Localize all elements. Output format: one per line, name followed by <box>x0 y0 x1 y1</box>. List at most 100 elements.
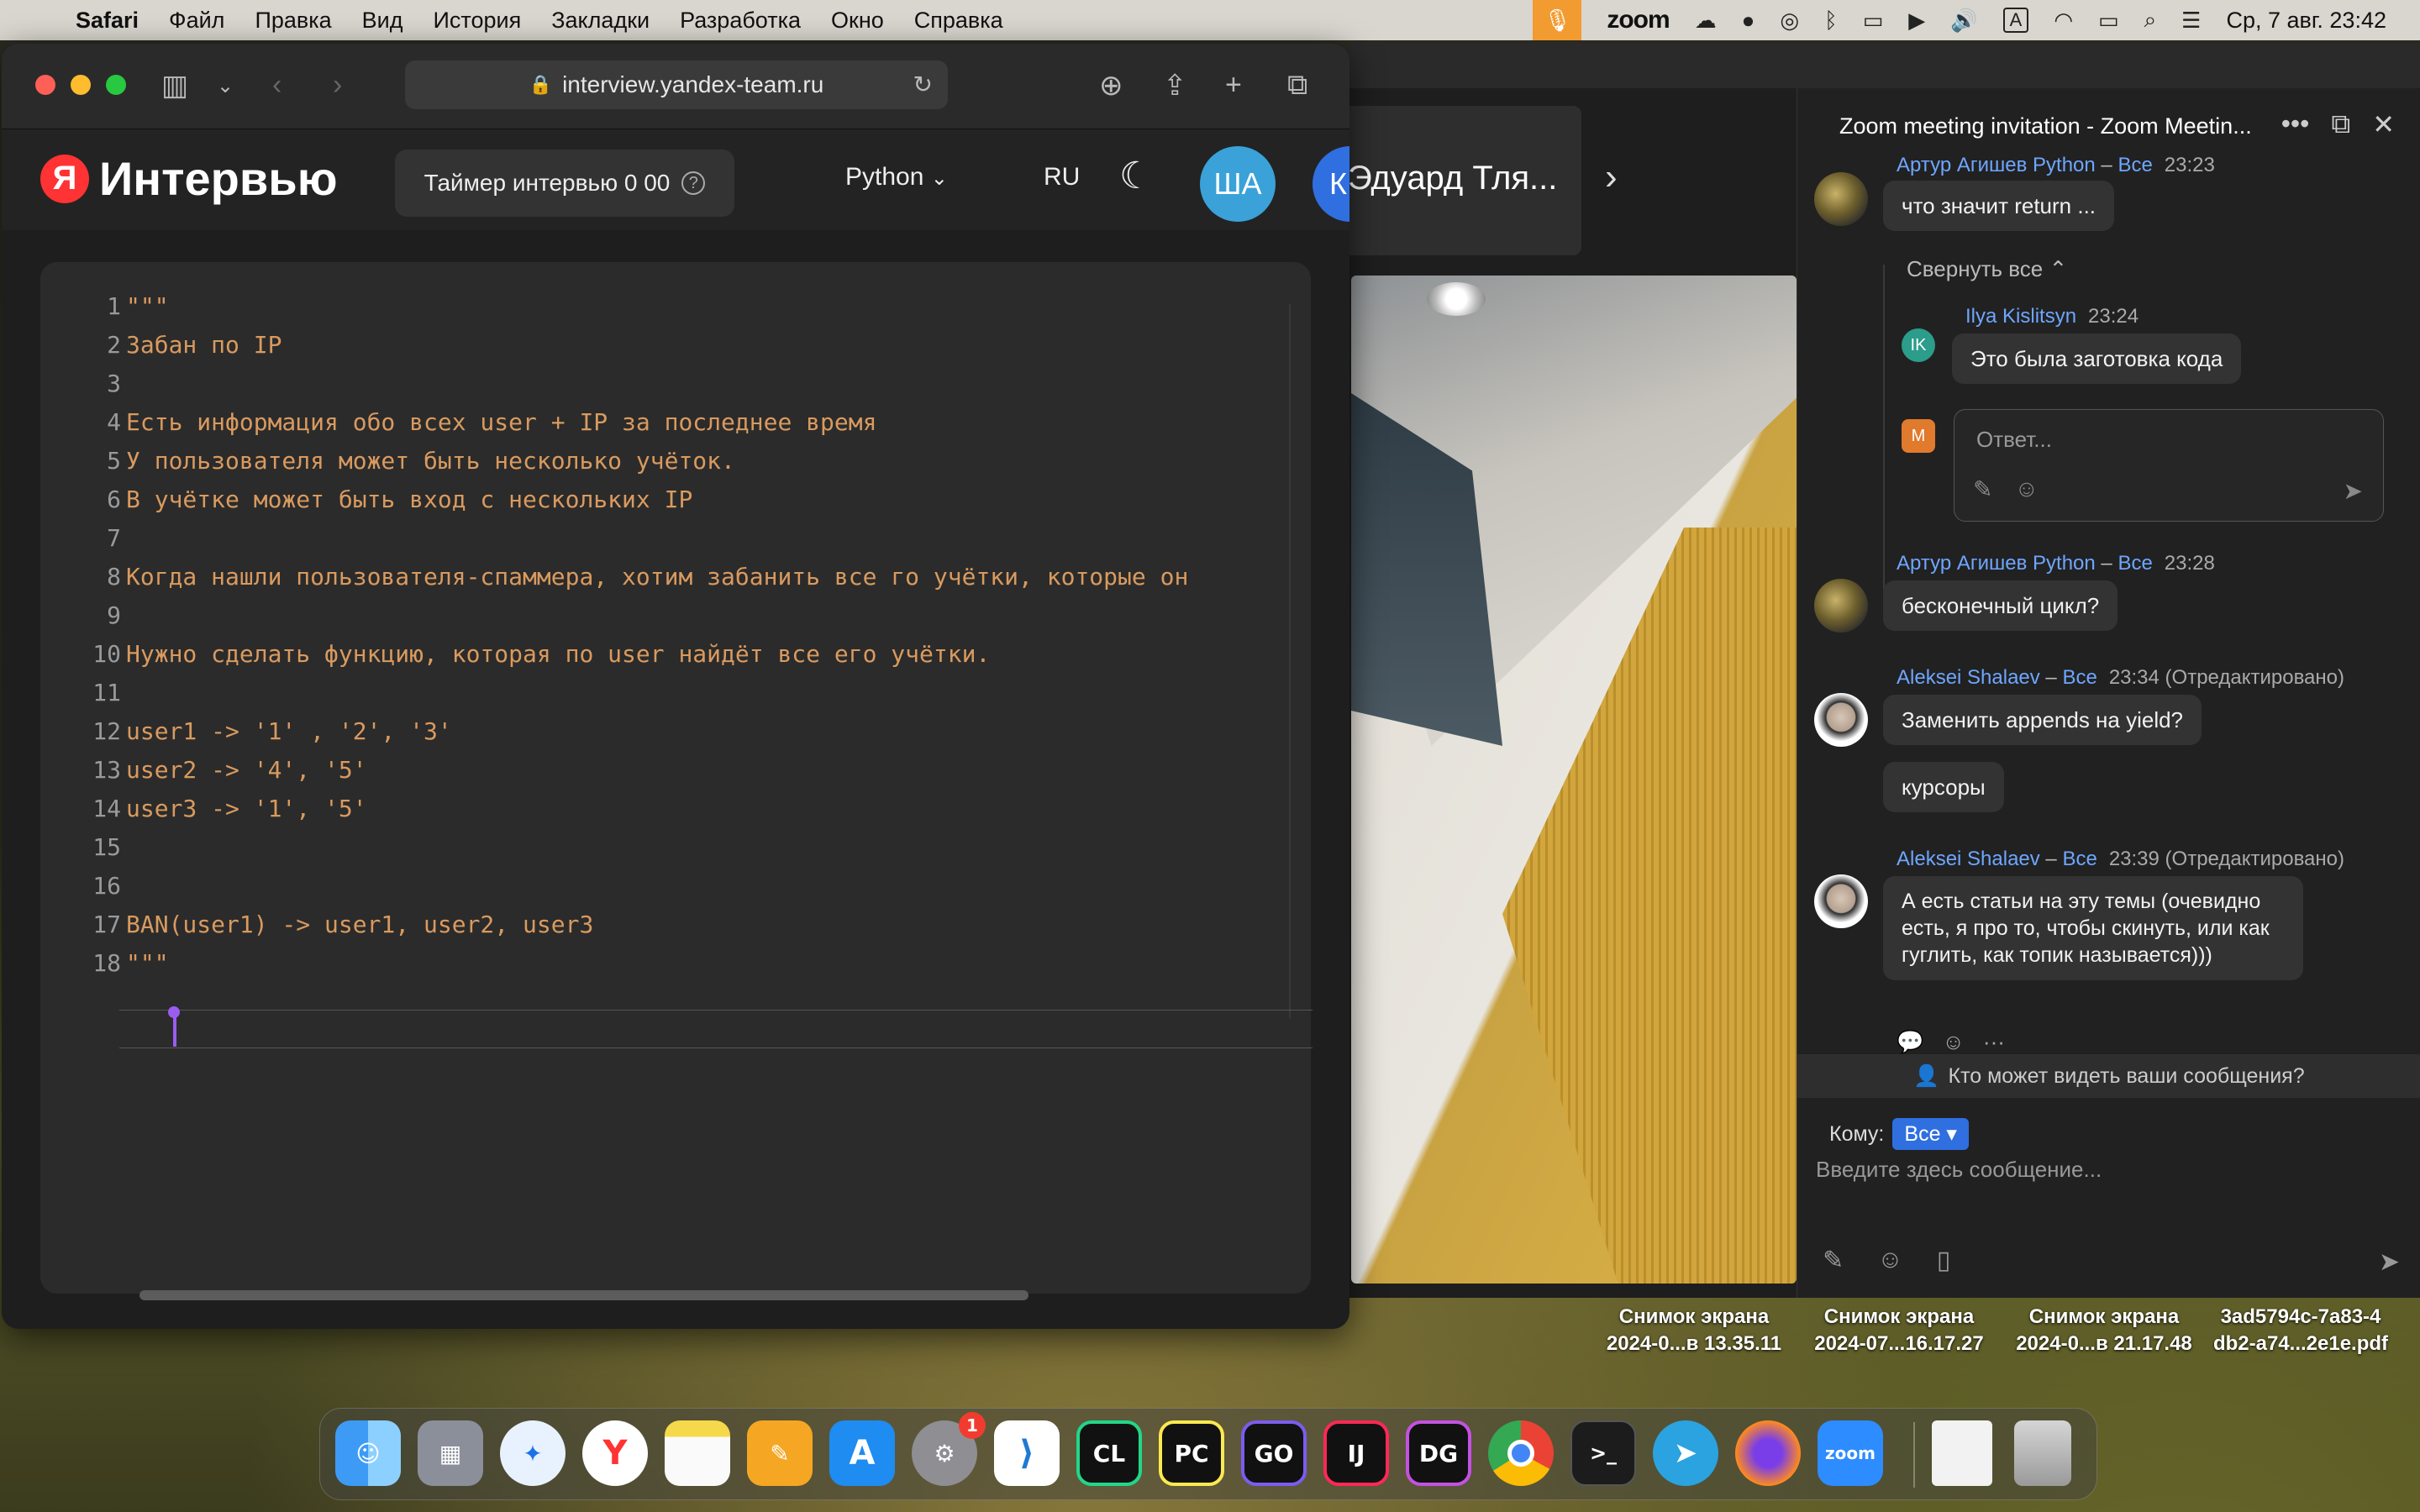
menu-develop[interactable]: Разработка <box>665 8 816 34</box>
chrome-icon[interactable] <box>1488 1420 1554 1486</box>
forward-icon[interactable]: › <box>333 69 342 102</box>
reload-icon[interactable]: ↻ <box>913 71 933 98</box>
telegram-icon[interactable]: ➤ <box>1653 1420 1718 1486</box>
add-reaction-icon[interactable]: ☺ <box>1942 1029 1965 1055</box>
back-icon[interactable]: ‹ <box>272 69 281 102</box>
code-line[interactable]: 2 Забан по IP <box>74 326 281 365</box>
datagrip-icon[interactable]: DG <box>1406 1420 1471 1486</box>
code-line[interactable]: 7 <box>74 519 126 558</box>
desktop-file[interactable]: Снимок экрана 2024-0...в 21.17.48 <box>2005 1304 2203 1357</box>
minimize-window-button[interactable] <box>71 75 91 95</box>
yandex-browser-icon[interactable]: Y <box>582 1420 648 1486</box>
code-line[interactable]: 4 Есть информация обо всех user + IP за п… <box>74 403 876 442</box>
message-sender[interactable]: Артур Агишев Python – Все 23:23 <box>1897 154 2215 177</box>
code-line[interactable]: 10 Нужно сделать функцию, которая по user… <box>74 635 990 674</box>
wifi-icon[interactable]: ◠ <box>2054 8 2073 34</box>
message-bubble[interactable]: А есть статьи на эту темы (очевидно есть… <box>1883 876 2303 980</box>
code-line[interactable]: 17 BAN(user1) -> user1, user2, user3 <box>74 906 593 944</box>
emoji-icon[interactable]: ☺ <box>1877 1246 1903 1275</box>
clion-icon[interactable]: CL <box>1076 1420 1142 1486</box>
send-icon[interactable]: ➤ <box>2344 477 2363 505</box>
help-icon[interactable]: ? <box>681 171 706 195</box>
app-store-icon[interactable]: A <box>829 1420 895 1486</box>
weather-icon[interactable]: ☁ <box>1695 8 1717 34</box>
chevron-down-icon[interactable]: ⌄ <box>217 74 234 98</box>
emoji-icon[interactable]: ☺ <box>2014 475 2039 503</box>
message-bubble[interactable]: что значит return ... <box>1883 181 2115 231</box>
new-tab-icon[interactable]: + <box>1225 69 1242 102</box>
menu-app-name[interactable]: Safari <box>60 8 154 34</box>
share-icon[interactable]: ⇪ <box>1163 69 1187 102</box>
who-can-see-button[interactable]: 👤 Кто может видеть ваши сообщения? <box>1797 1054 2420 1098</box>
play-icon[interactable]: ▶ <box>1908 8 1925 34</box>
code-line[interactable]: 16 <box>74 867 126 906</box>
code-line[interactable]: 11 <box>74 674 126 712</box>
avatar[interactable]: ША <box>1200 146 1276 222</box>
pop-out-icon[interactable]: ⧉ <box>2331 108 2350 140</box>
status-dot-icon[interactable]: ● <box>1742 8 1755 34</box>
terminal-icon[interactable]: >_ <box>1570 1420 1636 1486</box>
menu-view[interactable]: Вид <box>347 8 418 34</box>
code-line[interactable]: 13 user2 -> '4', '5' <box>74 751 366 790</box>
tab-overview-icon[interactable]: ⧉ <box>1287 69 1307 102</box>
code-line[interactable]: 3 <box>74 365 126 403</box>
zoom-menu-label[interactable]: zoom <box>1607 6 1670 34</box>
code-line[interactable]: 9 <box>74 596 126 635</box>
code-line[interactable]: 15 <box>74 828 126 867</box>
chat-message-input[interactable]: Введите здесь сообщение... <box>1816 1157 2102 1183</box>
code-line[interactable]: 1 """ <box>74 287 168 326</box>
close-window-button[interactable] <box>35 75 55 95</box>
close-icon[interactable]: ✕ <box>2372 108 2395 140</box>
message-bubble[interactable]: бесконечный цикл? <box>1883 580 2118 631</box>
message-sender[interactable]: Aleksei Shalaev – Все 23:39 (Отредактиров… <box>1897 848 2344 871</box>
vscode-icon[interactable]: ⟩ <box>994 1420 1060 1486</box>
goland-icon[interactable]: GO <box>1241 1420 1307 1486</box>
code-line[interactable]: 8 Когда нашли пользователя-спаммера, хоти… <box>74 558 1188 596</box>
battery-icon[interactable]: ▭ <box>2098 8 2119 34</box>
volume-icon[interactable]: 🔊 <box>1950 8 1977 34</box>
zoom-app-icon[interactable]: zoom <box>1818 1420 1883 1486</box>
zoom-window-button[interactable] <box>106 75 126 95</box>
control-center-icon[interactable]: ☰ <box>2181 8 2201 34</box>
firefox-icon[interactable] <box>1735 1420 1801 1486</box>
format-icon[interactable]: ✎ <box>1973 475 1992 503</box>
downloads-icon[interactable]: ⊕ <box>1099 69 1123 102</box>
send-icon[interactable]: ➤ <box>2379 1247 2400 1277</box>
safari-icon[interactable]: ✦ <box>500 1420 566 1486</box>
menubar-clock[interactable]: Ср, 7 авг. 23:42 <box>2226 8 2386 34</box>
pages-icon[interactable]: ✎ <box>747 1420 813 1486</box>
launchpad-icon[interactable]: ▦ <box>418 1420 483 1486</box>
code-editor[interactable]: 1 """ 2 Забан по IP 3 4 Есть информация обо вс… <box>40 262 1313 1300</box>
microphone-icon[interactable]: 🎙 <box>1533 0 1582 40</box>
pycharm-icon[interactable]: PC <box>1159 1420 1224 1486</box>
collapse-all-button[interactable]: Свернуть все ⌃ <box>1907 256 2067 282</box>
message-bubble[interactable]: Это была заготовка кода <box>1952 333 2242 384</box>
format-icon[interactable]: ✎ <box>1823 1246 1844 1275</box>
trash-icon[interactable] <box>2014 1420 2071 1486</box>
menu-help[interactable]: Справка <box>899 8 1018 34</box>
notes-icon[interactable] <box>665 1420 730 1486</box>
logo[interactable]: Я Интервью <box>40 151 338 206</box>
desktop-file[interactable]: Снимок экрана 2024-07...16.17.27 <box>1800 1304 1998 1357</box>
code-line[interactable]: 5У пользователя может быть несколько учё… <box>74 442 735 480</box>
finder-icon[interactable]: ☺ <box>335 1420 401 1486</box>
intellij-icon[interactable]: IJ <box>1323 1420 1389 1486</box>
menu-edit[interactable]: Правка <box>239 8 346 34</box>
interview-timer-button[interactable]: Таймер интервью 0 00 ? <box>395 150 734 217</box>
bluetooth-icon[interactable]: ᛒ <box>1824 8 1838 34</box>
desktop-file[interactable]: 3ad5794c-7a83-4 db2-a74...2e1e.pdf <box>2202 1304 2400 1357</box>
display-icon[interactable]: ▭ <box>1863 8 1884 34</box>
message-sender[interactable]: Артур Агишев Python – Все 23:28 <box>1897 552 2215 575</box>
input-source-icon[interactable]: A <box>2002 8 2029 33</box>
menu-file[interactable]: Файл <box>154 8 239 34</box>
address-bar[interactable]: 🔒 interview.yandex-team.ru ↻ <box>405 60 948 109</box>
horizontal-scrollbar[interactable] <box>139 1290 1028 1300</box>
message-bubble[interactable]: Заменить appends на yield? <box>1883 695 2202 745</box>
language-select[interactable]: Python ⌄ <box>845 163 948 192</box>
thread-reply-input[interactable]: Ответ... ✎ ☺ ➤ <box>1954 409 2384 522</box>
message-sender[interactable]: Ilya Kislitsyn 23:24 <box>1965 305 2139 328</box>
locale-switch[interactable]: RU <box>1044 163 1080 192</box>
avatar[interactable]: К <box>1313 146 1349 222</box>
file-icon[interactable]: ▯ <box>1937 1246 1951 1275</box>
menu-window[interactable]: Окно <box>816 8 899 34</box>
